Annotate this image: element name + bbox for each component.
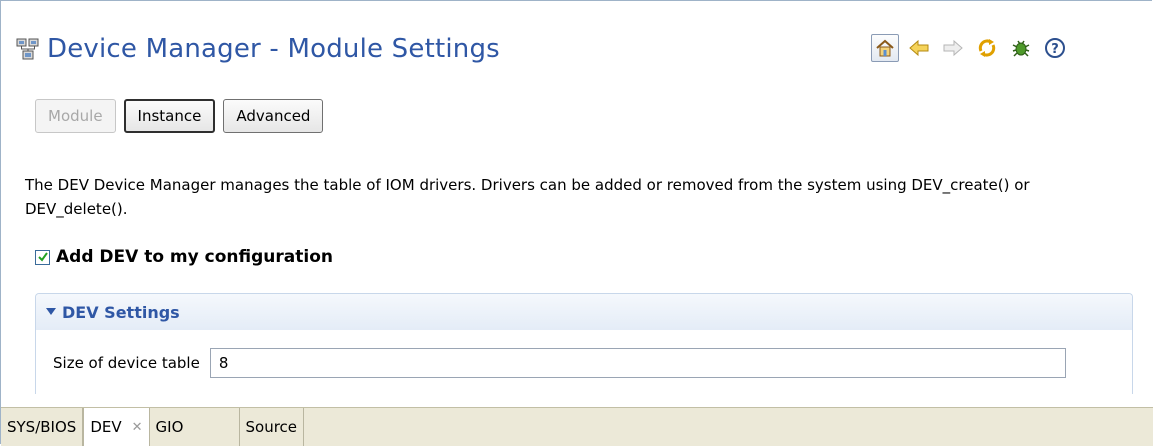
advanced-button[interactable]: Advanced xyxy=(223,99,324,133)
mode-buttons: Module Instance Advanced xyxy=(35,99,324,133)
home-icon[interactable] xyxy=(871,34,899,62)
bug-icon[interactable] xyxy=(1007,34,1035,62)
back-icon[interactable] xyxy=(905,34,933,62)
device-manager-icon xyxy=(16,38,39,60)
instance-button[interactable]: Instance xyxy=(123,99,216,133)
module-description: The DEV Device Manager manages the table… xyxy=(25,176,1030,218)
module-button[interactable]: Module xyxy=(35,99,116,133)
page-title: Device Manager - Module Settings xyxy=(47,34,500,64)
collapse-arrow-icon[interactable] xyxy=(46,308,56,316)
device-table-size-label: Size of device table xyxy=(53,354,200,372)
device-table-size-row: Size of device table xyxy=(53,348,1066,378)
tab-label: Source xyxy=(245,418,298,436)
device-table-size-input[interactable] xyxy=(209,348,1066,378)
tab-gio[interactable]: GIO xyxy=(150,408,240,446)
dev-settings-section: DEV Settings xyxy=(35,293,1133,394)
page-header: Device Manager - Module Settings xyxy=(15,31,500,67)
editor-panel: Device Manager - Module Settings ? Modul… xyxy=(0,0,1153,446)
help-icon[interactable]: ? xyxy=(1041,34,1069,62)
add-dev-label: Add DEV to my configuration xyxy=(56,247,333,267)
tab-label: DEV xyxy=(90,418,122,436)
dev-settings-header[interactable]: DEV Settings xyxy=(36,294,1132,330)
editor-tabs: SYS/BIOS DEV ✕ GIO Source xyxy=(1,407,1153,446)
tab-label: GIO xyxy=(155,418,184,436)
tab-label: SYS/BIOS xyxy=(7,418,77,436)
add-dev-checkbox[interactable] xyxy=(35,249,50,265)
section-title: DEV Settings xyxy=(62,302,180,322)
toolbar: ? xyxy=(871,34,1069,62)
tab-dev[interactable]: DEV ✕ xyxy=(83,408,150,446)
forward-icon[interactable] xyxy=(939,34,967,62)
checkmark-icon xyxy=(37,252,48,262)
svg-text:?: ? xyxy=(1051,42,1059,57)
refresh-icon[interactable] xyxy=(973,34,1001,62)
tab-sys-bios[interactable]: SYS/BIOS xyxy=(1,408,84,446)
tab-source[interactable]: Source xyxy=(240,408,305,446)
add-dev-option[interactable]: Add DEV to my configuration xyxy=(35,247,333,267)
close-icon[interactable]: ✕ xyxy=(132,420,143,435)
